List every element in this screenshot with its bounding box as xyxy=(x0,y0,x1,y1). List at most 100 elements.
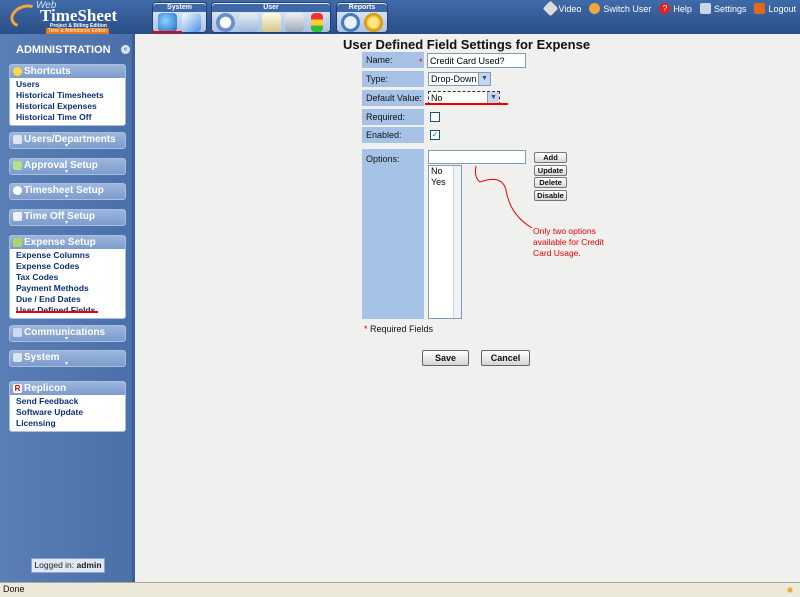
required-fields-note: * Required Fields xyxy=(364,324,433,334)
sidebar-item-historical-expenses[interactable]: Historical Expenses xyxy=(16,101,125,112)
required-note-star: * xyxy=(364,324,368,334)
sidebar-item-tax-codes[interactable]: Tax Codes xyxy=(16,272,125,283)
expense-small-icon xyxy=(13,238,22,247)
sidebar-item-historical-timesheets[interactable]: Historical Timesheets xyxy=(16,90,125,101)
required-note-text: Required Fields xyxy=(370,324,434,334)
annotation-underline-system xyxy=(152,31,182,33)
system-group-label: System xyxy=(153,4,206,12)
sidebar-item-due-end-dates[interactable]: Due / End Dates xyxy=(16,294,125,305)
expense-icon[interactable] xyxy=(262,13,281,32)
name-label: Name: xyxy=(362,52,424,68)
required-checkbox[interactable] xyxy=(430,112,440,122)
report-magnifier-icon[interactable] xyxy=(341,13,360,32)
sidebar-item-payment-methods[interactable]: Payment Methods xyxy=(16,283,125,294)
panel-system[interactable]: System ▾ xyxy=(9,350,126,367)
clock-icon[interactable] xyxy=(216,13,235,32)
panel-time-off-setup[interactable]: Time Off Setup ▾ xyxy=(9,209,126,226)
calculator-icon[interactable] xyxy=(285,13,304,32)
settings-icon xyxy=(699,3,711,14)
system-check-icon[interactable] xyxy=(182,13,201,32)
panel-title: Replicon xyxy=(24,383,67,394)
panel-title: Shortcuts xyxy=(24,66,71,77)
status-text: Done xyxy=(3,584,25,594)
users-icon xyxy=(13,135,22,144)
panel-users-departments[interactable]: Users/Departments ▾ xyxy=(9,132,126,149)
sidebar-item-licensing[interactable]: Licensing xyxy=(16,418,125,429)
panel-title: Approval Setup xyxy=(24,160,98,171)
video-link[interactable]: Video xyxy=(542,0,582,17)
options-listbox[interactable]: No Yes xyxy=(428,165,462,319)
enabled-checkbox[interactable]: ✓ xyxy=(430,130,440,140)
page-title: User Defined Field Settings for Expense xyxy=(343,37,591,52)
switch-user-icon xyxy=(589,3,601,14)
replicon-logo-icon: R xyxy=(13,384,22,393)
system-toolbar-group: System xyxy=(152,2,207,33)
expand-chevron-icon: ▾ xyxy=(65,143,69,149)
approval-icon xyxy=(13,161,22,170)
sidebar-item-users[interactable]: Users xyxy=(16,79,125,90)
chevron-down-icon: ▼ xyxy=(478,73,490,85)
help-icon: ? xyxy=(659,3,671,14)
sidebar-item-software-update[interactable]: Software Update xyxy=(16,407,125,418)
panel-title: Expense Setup xyxy=(24,237,96,248)
switch-user-link[interactable]: Switch User xyxy=(589,3,651,14)
expand-chevron-icon: ▾ xyxy=(65,336,69,342)
name-input[interactable] xyxy=(427,53,526,68)
system-settings-icon[interactable] xyxy=(158,13,177,32)
panel-communications[interactable]: Communications ▾ xyxy=(9,325,126,342)
top-links: Video Switch User ? Help Settings Logout xyxy=(542,0,796,17)
panel-header-expense-setup[interactable]: Expense Setup xyxy=(10,236,125,249)
sidebar-item-expense-columns[interactable]: Expense Columns xyxy=(16,250,125,261)
system-small-icon xyxy=(13,353,22,362)
switch-user-label: Switch User xyxy=(603,3,652,14)
expand-chevron-icon: ▾ xyxy=(65,194,69,200)
logout-label: Logout xyxy=(768,3,796,14)
expand-chevron-icon: ▾ xyxy=(65,361,69,367)
settings-link[interactable]: Settings xyxy=(699,3,747,14)
save-button[interactable]: Save xyxy=(422,350,469,366)
enabled-label: Enabled: xyxy=(362,127,424,143)
status-bar: Done xyxy=(0,582,800,597)
help-link[interactable]: ? Help xyxy=(659,3,692,14)
required-label: Required: xyxy=(362,109,424,125)
sidebar-title: ADMINISTRATION xyxy=(16,44,111,56)
panel-shortcuts: Shortcuts Users Historical Timesheets Hi… xyxy=(9,64,126,126)
panel-approval-setup[interactable]: Approval Setup ▾ xyxy=(9,158,126,175)
timesheet-icon[interactable] xyxy=(239,13,258,32)
clock-small-icon xyxy=(13,186,22,195)
logout-link[interactable]: Logout xyxy=(754,3,796,14)
traffic-light-icon[interactable] xyxy=(311,13,323,32)
help-label: Help xyxy=(673,3,692,14)
options-label: Options: xyxy=(362,149,424,319)
collapse-sidebar-icon[interactable]: « xyxy=(121,45,130,54)
video-label: Video xyxy=(558,3,582,14)
star-icon xyxy=(13,67,22,76)
annotation-underline-udf xyxy=(16,311,98,313)
listbox-scrollbar[interactable] xyxy=(453,166,461,318)
expand-chevron-icon: ▾ xyxy=(65,169,69,175)
type-select[interactable]: Drop-Down ▼ xyxy=(428,72,491,86)
webtimesheet-logo: Web TimeSheet Project & Billing Edition … xyxy=(7,0,122,34)
resize-grip-icon[interactable] xyxy=(784,585,796,595)
cancel-button[interactable]: Cancel xyxy=(481,350,530,366)
logout-icon xyxy=(754,3,766,14)
top-bar: Web TimeSheet Project & Billing Edition … xyxy=(0,0,800,34)
required-star: * xyxy=(419,57,423,67)
panel-title: Time Off Setup xyxy=(24,211,95,222)
type-select-value: Drop-Down xyxy=(431,74,477,84)
panel-title: System xyxy=(24,352,60,363)
settings-label: Settings xyxy=(713,3,747,14)
calendar-icon xyxy=(13,212,22,221)
user-group-label: User xyxy=(212,4,330,12)
panel-header-replicon[interactable]: R Replicon xyxy=(10,382,125,395)
sidebar-item-historical-time-off[interactable]: Historical Time Off xyxy=(16,112,125,123)
panel-header-shortcuts[interactable]: Shortcuts xyxy=(10,65,125,78)
sidebar-item-send-feedback[interactable]: Send Feedback xyxy=(16,396,125,407)
sidebar-item-expense-codes[interactable]: Expense Codes xyxy=(16,261,125,272)
logged-in-user: admin xyxy=(76,560,102,570)
default-value-select-value: No xyxy=(431,93,443,103)
reports-group-label: Reports xyxy=(337,4,387,12)
panel-timesheet-setup[interactable]: Timesheet Setup ▾ xyxy=(9,183,126,200)
annotation-note: Only two options available for Credit Ca… xyxy=(533,226,604,258)
report-gear-icon[interactable] xyxy=(364,13,383,32)
